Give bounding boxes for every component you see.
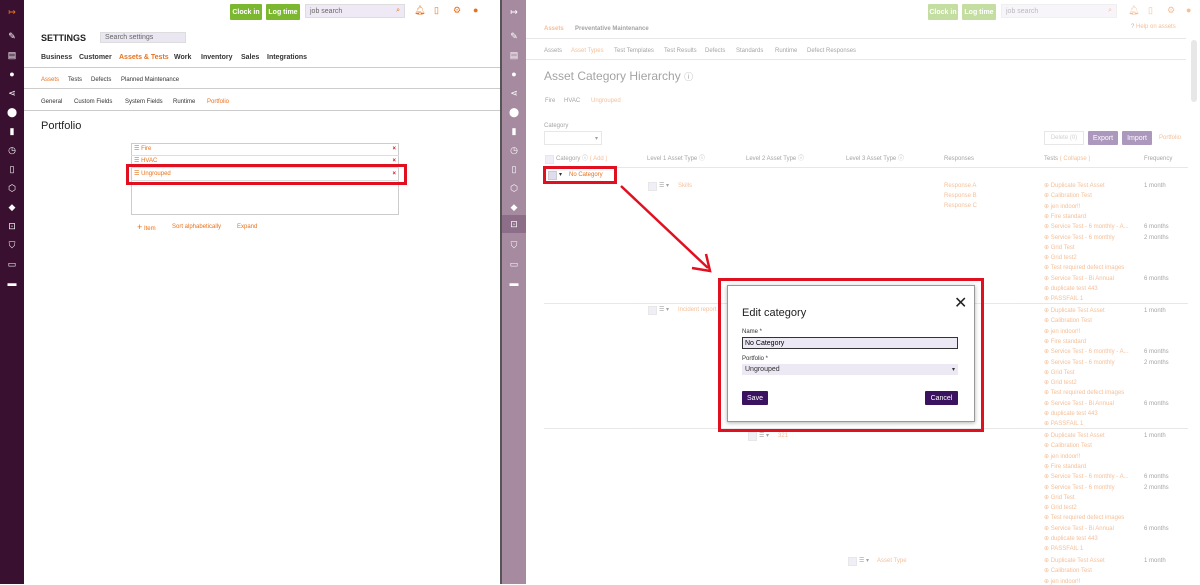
edit-category-dialog: Edit category ✕ Name * Portfolio * Ungro… [727,285,975,422]
annotation-arrow [620,185,712,273]
chevron-down-icon: ▾ [951,367,955,373]
portfolio-label: Portfolio * [742,356,769,362]
name-label: Name * [742,329,763,335]
close-icon[interactable]: ✕ [954,296,967,312]
portfolio-select[interactable]: Ungrouped ▾ [742,364,958,375]
name-input[interactable] [742,337,958,349]
cancel-button[interactable]: Cancel [925,391,958,405]
save-button[interactable]: Save [742,391,768,405]
arrow-line [620,185,709,269]
portfolio-selected-value: Ungrouped [745,366,780,373]
dialog-title: Edit category [742,307,807,319]
